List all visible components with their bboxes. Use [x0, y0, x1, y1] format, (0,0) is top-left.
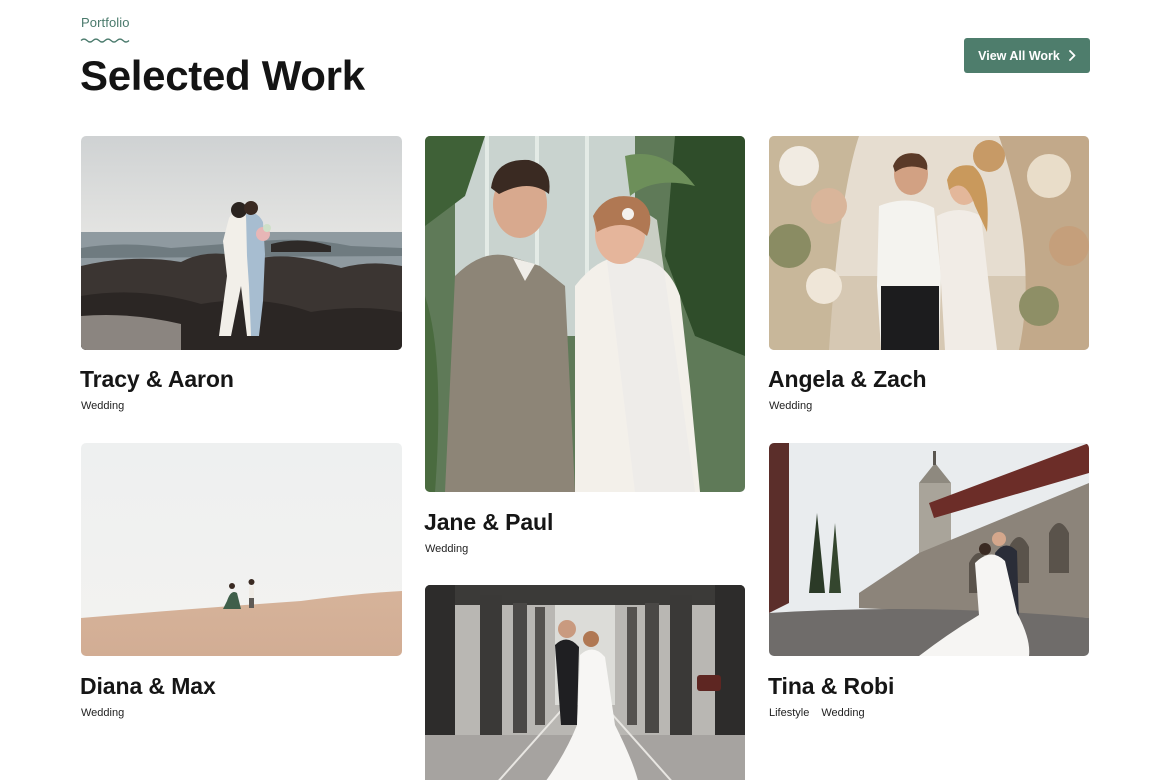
project-tag[interactable]: Lifestyle — [769, 707, 809, 719]
project-title[interactable]: Tina & Robi — [768, 673, 894, 700]
project-title[interactable]: Diana & Max — [80, 673, 216, 700]
project-tags: Wedding — [81, 707, 124, 719]
project-photo[interactable] — [425, 136, 745, 492]
project-tag[interactable]: Wedding — [821, 707, 864, 719]
project-tag[interactable]: Wedding — [81, 400, 124, 412]
project-photo[interactable] — [425, 585, 745, 780]
project-photo[interactable] — [81, 443, 402, 656]
chevron-right-icon — [1068, 50, 1076, 61]
view-all-work-button[interactable]: View All Work — [964, 38, 1090, 73]
page-title: Selected Work — [80, 52, 365, 99]
project-photo[interactable] — [769, 136, 1089, 350]
view-all-work-label: View All Work — [978, 48, 1060, 63]
project-title[interactable]: Tracy & Aaron — [80, 366, 234, 393]
project-tags: Wedding — [425, 543, 468, 555]
project-tag[interactable]: Wedding — [81, 707, 124, 719]
project-photo[interactable] — [81, 136, 402, 350]
squiggle-divider-icon — [80, 38, 130, 43]
project-tag[interactable]: Wedding — [425, 543, 468, 555]
project-tags: Wedding — [81, 400, 124, 412]
project-title[interactable]: Angela & Zach — [768, 366, 927, 393]
project-photo[interactable] — [769, 443, 1089, 656]
project-tags: Wedding — [769, 400, 812, 412]
section-eyebrow: Portfolio — [81, 15, 130, 30]
project-tag[interactable]: Wedding — [769, 400, 812, 412]
project-tags: Lifestyle Wedding — [769, 707, 865, 719]
project-title[interactable]: Jane & Paul — [424, 509, 553, 536]
